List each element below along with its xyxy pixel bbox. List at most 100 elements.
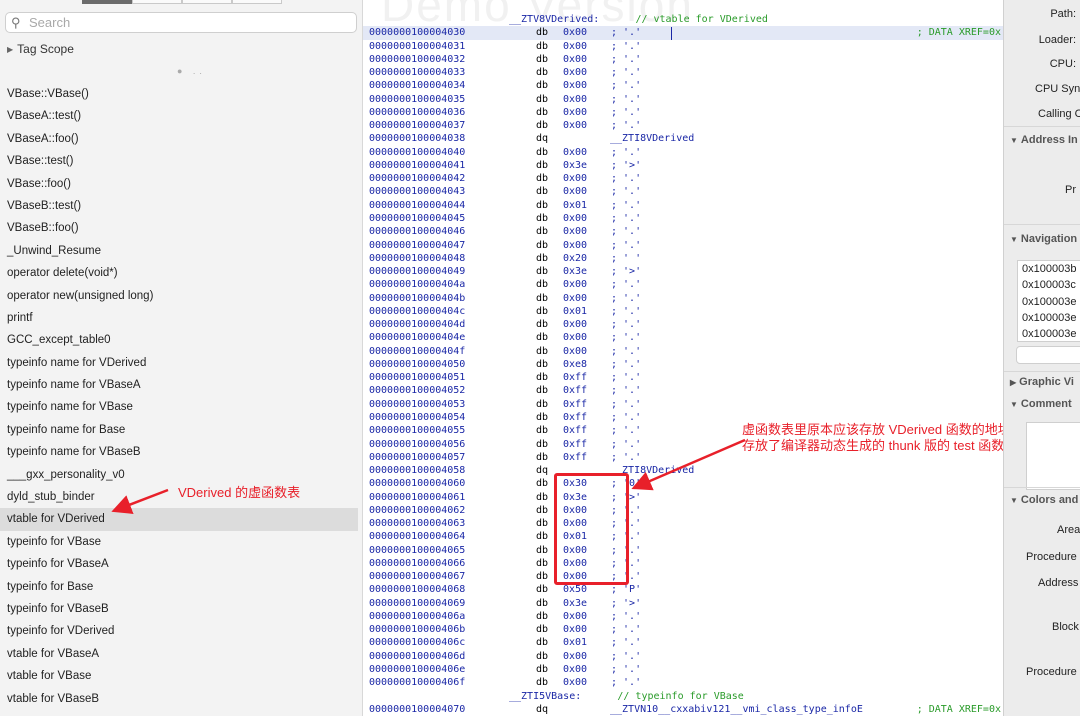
sidebar-segmented-tabs[interactable]	[82, 0, 282, 4]
symbol-list-item[interactable]: printf	[0, 307, 358, 329]
section-colors[interactable]: ▼ Colors and	[1010, 494, 1078, 506]
symbol-list-item[interactable]: VBaseA::foo()	[0, 128, 358, 150]
symbol-list-item[interactable]: VBaseB::test()	[0, 195, 358, 217]
tag-scope-disclosure[interactable]: ▶ Tag Scope	[7, 42, 74, 56]
disasm-line[interactable]: 0000000100004066 db 0x00; '.'	[363, 557, 1003, 570]
disasm-line[interactable]: 0000000100004053 db 0xff ; '.'	[363, 398, 1003, 411]
symbol-list-item[interactable]: typeinfo name for VBaseA	[0, 374, 358, 396]
symbol-list-item[interactable]: vtable for VBaseB	[0, 688, 358, 710]
segment-tab-1[interactable]	[82, 0, 132, 4]
disasm-line[interactable]: 000000010000404c db 0x01 ; '.'	[363, 305, 1003, 318]
symbol-list-item[interactable]: typeinfo name for Base	[0, 419, 358, 441]
symbol-list-item[interactable]: vtable for VBase	[0, 665, 358, 687]
symbol-list-item[interactable]: VBase::VBase()	[0, 83, 358, 105]
disasm-line[interactable]: 0000000100004046 db 0x00 ; '.'	[363, 225, 1003, 238]
disasm-line[interactable]: 0000000100004034 db 0x00 ; '.'	[363, 79, 1003, 92]
section-comment[interactable]: ▼ Comment	[1010, 398, 1072, 410]
symbol-list-item[interactable]: operator delete(void*)	[0, 262, 358, 284]
symbol-list-item[interactable]: GCC_except_table0	[0, 329, 358, 351]
disasm-line[interactable]: 0000000100004062 db 0x00; '.'	[363, 504, 1003, 517]
disasm-line[interactable]: 0000000100004030 db 0x00 ; '.' ; DATA XREF=0…	[363, 26, 1003, 40]
symbol-label[interactable]: __ZTI5VBase: // typeinfo for VBase	[509, 690, 744, 703]
disasm-line[interactable]: 0000000100004064 db 0x01; '.'	[363, 530, 1003, 543]
disasm-line[interactable]: 0000000100004058 dq __ZTI8VDerived	[363, 464, 1003, 477]
disasm-line[interactable]: 0000000100004067 db 0x00; '.'	[363, 570, 1003, 583]
symbol-list-item[interactable]: typeinfo name for VDerived	[0, 352, 358, 374]
disasm-line[interactable]: 0000000100004037 db 0x00 ; '.'	[363, 119, 1003, 132]
search-input[interactable]	[29, 15, 329, 30]
symbol-list-item[interactable]: VBase::test()	[0, 150, 358, 172]
disasm-line[interactable]: 0000000100004036 db 0x00 ; '.'	[363, 106, 1003, 119]
disasm-line[interactable]: 0000000100004044 db 0x01 ; '.'	[363, 199, 1003, 212]
disassembly-view[interactable]: Demo Version __ZTV8VDerived: // vtable f…	[363, 0, 1003, 716]
symbol-list-item[interactable]: typeinfo name for VBaseB	[0, 441, 358, 463]
disasm-line[interactable]: 0000000100004045 db 0x00 ; '.'	[363, 212, 1003, 225]
disasm-line[interactable]: 0000000100004050 db 0xe8 ; '.'	[363, 358, 1003, 371]
symbol-list-item[interactable]: typeinfo for VBaseB	[0, 598, 358, 620]
symbol-list-item[interactable]: operator new(unsigned long)	[0, 285, 358, 307]
disasm-line[interactable]: 0000000100004048 db 0x20 ; ' '	[363, 252, 1003, 265]
disasm-line[interactable]: 0000000100004032 db 0x00 ; '.'	[363, 53, 1003, 66]
symbol-list-item[interactable]: typeinfo name for VBase	[0, 396, 358, 418]
disasm-line[interactable]: 000000010000404f db 0x00 ; '.'	[363, 345, 1003, 358]
navigation-item[interactable]: 0x100003e	[1018, 294, 1080, 310]
disasm-line[interactable]: 000000010000406c db 0x01 ; '.'	[363, 636, 1003, 649]
disasm-line[interactable]: 000000010000404b db 0x00 ; '.'	[363, 292, 1003, 305]
disasm-line[interactable]: 0000000100004052 db 0xff ; '.'	[363, 384, 1003, 397]
symbol-list-item[interactable]: typeinfo for Base	[0, 576, 358, 598]
symbol-list-item[interactable]: typeinfo for VBase	[0, 531, 358, 553]
disasm-line[interactable]: 0000000100004060 db 0x30; '0'	[363, 477, 1003, 490]
disasm-line[interactable]: 0000000100004040 db 0x00 ; '.'	[363, 146, 1003, 159]
disasm-line[interactable]: 000000010000404e db 0x00 ; '.'	[363, 331, 1003, 344]
disasm-line[interactable]: 0000000100004069 db 0x3e ; '>'	[363, 597, 1003, 610]
disasm-line[interactable]: 0000000100004051 db 0xff ; '.'	[363, 371, 1003, 384]
symbol-list-item[interactable]: VBaseB::foo()	[0, 217, 358, 239]
navigation-history-list[interactable]: 0x100003b 0x100003c 0x100003e 0x100003e 0x10…	[1017, 260, 1080, 342]
navigation-item[interactable]: 0x100003e	[1018, 326, 1080, 341]
section-address-info[interactable]: ▼ Address In	[1010, 134, 1078, 146]
section-graphic-view[interactable]: ▶ Graphic Vi	[1010, 376, 1074, 388]
symbol-list-item[interactable]: vtable for VDerived	[0, 508, 358, 531]
symbol-list-item[interactable]: vtable for VBaseA	[0, 643, 358, 665]
disasm-line[interactable]: 0000000100004031 db 0x00 ; '.'	[363, 40, 1003, 53]
disasm-line[interactable]: 0000000100004070 dq __ZTVN10__cxxabiv121__…	[363, 703, 1003, 716]
comment-textarea[interactable]	[1026, 422, 1080, 490]
navigation-item[interactable]: 0x100003e	[1018, 310, 1080, 326]
disasm-line[interactable]: 000000010000404d db 0x00 ; '.'	[363, 318, 1003, 331]
navigation-item[interactable]: 0x100003b	[1018, 261, 1080, 277]
disasm-line[interactable]: 0000000100004068 db 0x50 ; 'P'	[363, 583, 1003, 596]
segment-tab-4[interactable]	[232, 0, 282, 4]
disasm-line[interactable]: 0000000100004038 dq __ZTI8VDerived	[363, 132, 1003, 145]
disasm-line[interactable]: 0000000100004041 db 0x3e ; '>'	[363, 159, 1003, 172]
disasm-line[interactable]: 000000010000406f db 0x00 ; '.'	[363, 676, 1003, 689]
disasm-line[interactable]: 0000000100004065 db 0x00; '.'	[363, 544, 1003, 557]
segment-tab-3[interactable]	[182, 0, 232, 4]
section-navigation[interactable]: ▼ Navigation	[1010, 233, 1077, 245]
disasm-line[interactable]: 000000010000406e db 0x00 ; '.'	[363, 663, 1003, 676]
symbol-list-item[interactable]: typeinfo for VDerived	[0, 620, 358, 642]
disasm-line[interactable]: 000000010000406b db 0x00 ; '.'	[363, 623, 1003, 636]
disasm-line[interactable]: 0000000100004047 db 0x00 ; '.'	[363, 239, 1003, 252]
navigation-item[interactable]: 0x100003c	[1018, 277, 1080, 293]
symbol-list-item[interactable]: ___gxx_personality_v0	[0, 464, 358, 486]
disasm-line[interactable]: __ZTI5VBase: // typeinfo for VBase	[363, 690, 1003, 703]
disasm-line[interactable]: 0000000100004043 db 0x00 ; '.'	[363, 185, 1003, 198]
symbol-list-item[interactable]: VBaseA::test()	[0, 105, 358, 127]
disasm-line[interactable]: __ZTV8VDerived: // vtable for VDerived	[363, 13, 1003, 26]
disasm-line[interactable]: 000000010000406a db 0x00 ; '.'	[363, 610, 1003, 623]
disasm-line[interactable]: 000000010000406d db 0x00 ; '.'	[363, 650, 1003, 663]
disasm-line[interactable]: 0000000100004033 db 0x00 ; '.'	[363, 66, 1003, 79]
disasm-line[interactable]: 000000010000404a db 0x00 ; '.'	[363, 278, 1003, 291]
search-box[interactable]: ⚲	[5, 12, 357, 33]
symbol-list-item[interactable]: typeinfo for VBaseA	[0, 553, 358, 575]
symbol-list-item[interactable]: _Unwind_Resume	[0, 240, 358, 262]
symbol-list-item[interactable]: VBase::foo()	[0, 173, 358, 195]
disasm-line[interactable]: 0000000100004042 db 0x00 ; '.'	[363, 172, 1003, 185]
disasm-line[interactable]: 0000000100004061 db 0x3e; '>'	[363, 491, 1003, 504]
disasm-line[interactable]: 0000000100004063 db 0x00; '.'	[363, 517, 1003, 530]
symbol-label[interactable]: __ZTV8VDerived: // vtable for VDerived	[509, 13, 768, 26]
disasm-line[interactable]: 0000000100004049 db 0x3e ; '>'	[363, 265, 1003, 278]
segment-tab-2[interactable]	[132, 0, 182, 4]
disasm-line[interactable]: 0000000100004035 db 0x00 ; '.'	[363, 93, 1003, 106]
navigation-input[interactable]	[1016, 346, 1080, 364]
